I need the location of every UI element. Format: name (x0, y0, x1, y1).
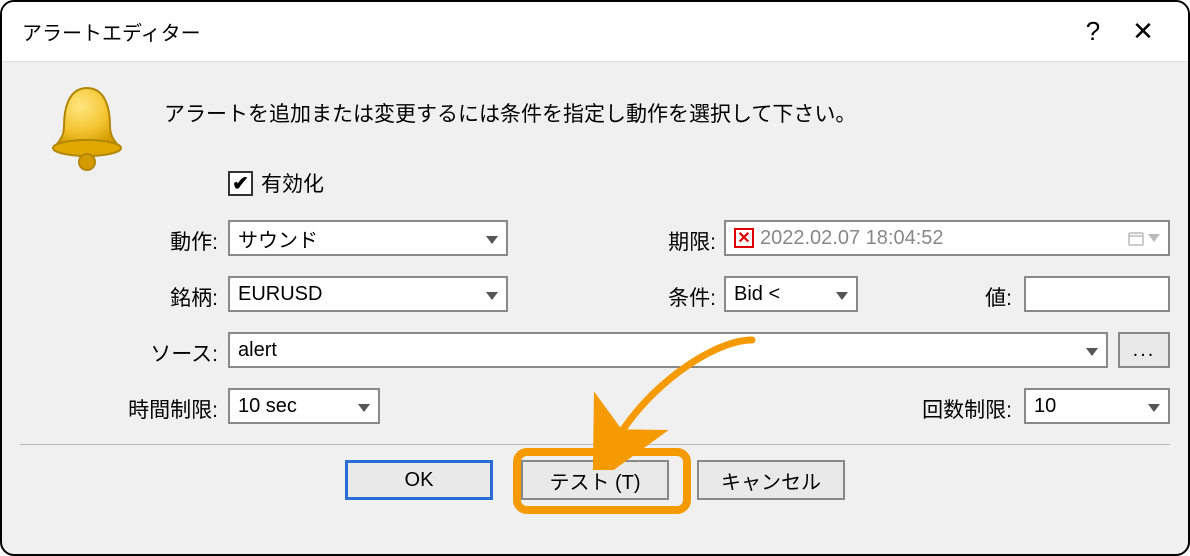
close-button[interactable]: ✕ (1118, 16, 1168, 47)
source-value: alert (238, 339, 277, 362)
test-button[interactable]: テスト (T) (521, 460, 669, 500)
dialog-content: アラートを追加または変更するには条件を指定し動作を選択して下さい。 ✔ 有効化 … (2, 62, 1188, 86)
enable-label: 有効化 (261, 168, 324, 198)
enable-checkbox-row[interactable]: ✔ 有効化 (228, 168, 324, 198)
timeout-value: 10 sec (238, 395, 297, 418)
alert-editor-dialog: アラートエディター ? ✕ アラートを追加または変更するには条件を指定し動作を選… (0, 0, 1190, 556)
instruction-text: アラートを追加または変更するには条件を指定し動作を選択して下さい。 (164, 98, 856, 128)
iterations-combo[interactable]: 10 (1024, 388, 1170, 424)
symbol-label: 銘柄: (2, 276, 218, 318)
cancel-button[interactable]: キャンセル (697, 460, 845, 500)
chevron-down-icon (486, 227, 498, 250)
deadline-label: 期限: (512, 220, 716, 262)
source-combo[interactable]: alert (228, 332, 1108, 368)
window-title: アラートエディター (22, 17, 1068, 46)
separator (20, 444, 1170, 445)
deadline-clear-icon[interactable]: ✕ (734, 228, 754, 248)
timeout-combo[interactable]: 10 sec (228, 388, 380, 424)
chevron-down-icon (1086, 339, 1098, 362)
chevron-down-icon (836, 283, 848, 306)
help-button[interactable]: ? (1068, 16, 1118, 47)
symbol-combo[interactable]: EURUSD (228, 276, 508, 312)
action-combo[interactable]: サウンド (228, 220, 508, 256)
symbol-value: EURUSD (238, 283, 322, 306)
value-input[interactable] (1024, 276, 1170, 312)
timeout-label: 時間制限: (2, 388, 218, 430)
deadline-value: 2022.02.07 18:04:52 (760, 227, 944, 250)
checkbox-icon: ✔ (228, 171, 253, 196)
title-bar: アラートエディター ? ✕ (2, 2, 1188, 62)
bell-icon (44, 82, 130, 172)
calendar-icon[interactable] (1128, 230, 1160, 246)
value-label: 値: (862, 276, 1012, 318)
condition-label: 条件: (512, 276, 716, 318)
ok-button[interactable]: OK (345, 460, 493, 500)
chevron-down-icon (486, 283, 498, 306)
condition-value: Bid < (734, 283, 780, 306)
browse-button[interactable]: ... (1118, 332, 1170, 368)
iterations-label: 回数制限: (762, 388, 1012, 430)
chevron-down-icon (1148, 395, 1160, 418)
chevron-down-icon (358, 395, 370, 418)
deadline-field[interactable]: ✕ 2022.02.07 18:04:52 (724, 220, 1170, 256)
button-bar: OK テスト (T) キャンセル (2, 460, 1188, 500)
source-label: ソース: (2, 332, 218, 374)
iterations-value: 10 (1034, 395, 1056, 418)
action-value: サウンド (238, 224, 318, 253)
condition-combo[interactable]: Bid < (724, 276, 858, 312)
action-label: 動作: (2, 220, 218, 262)
